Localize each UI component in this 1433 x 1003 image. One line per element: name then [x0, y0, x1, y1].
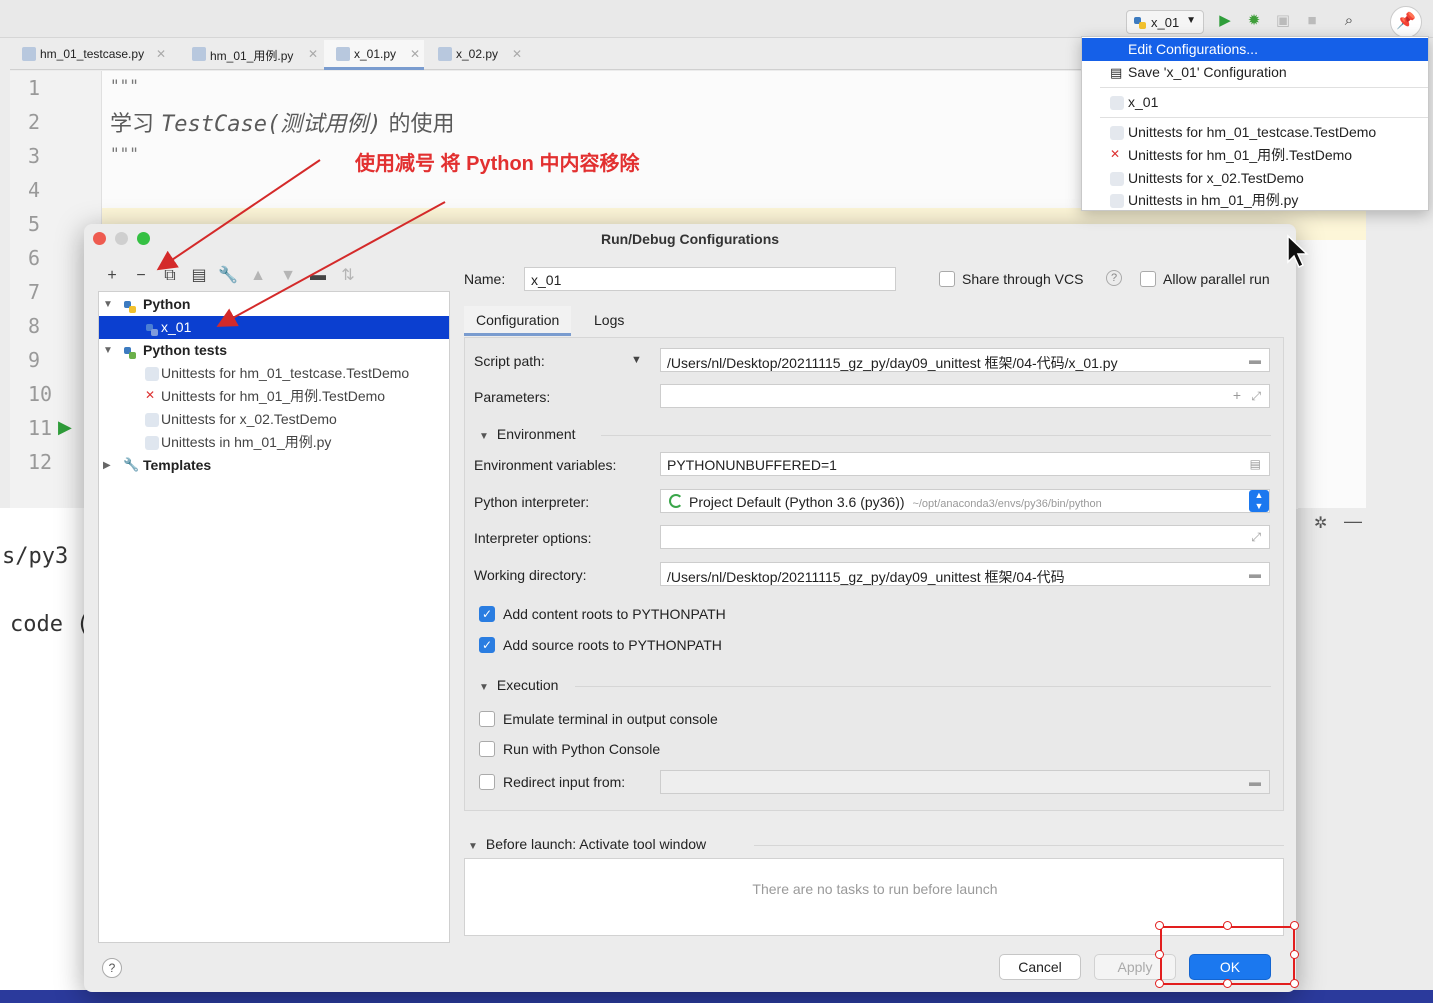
arrow-to-x01-node: [216, 201, 446, 327]
annotation-arrows: [156, 159, 446, 327]
arrow-to-remove-button: [156, 159, 321, 271]
mouse-cursor-icon: [1287, 234, 1309, 269]
